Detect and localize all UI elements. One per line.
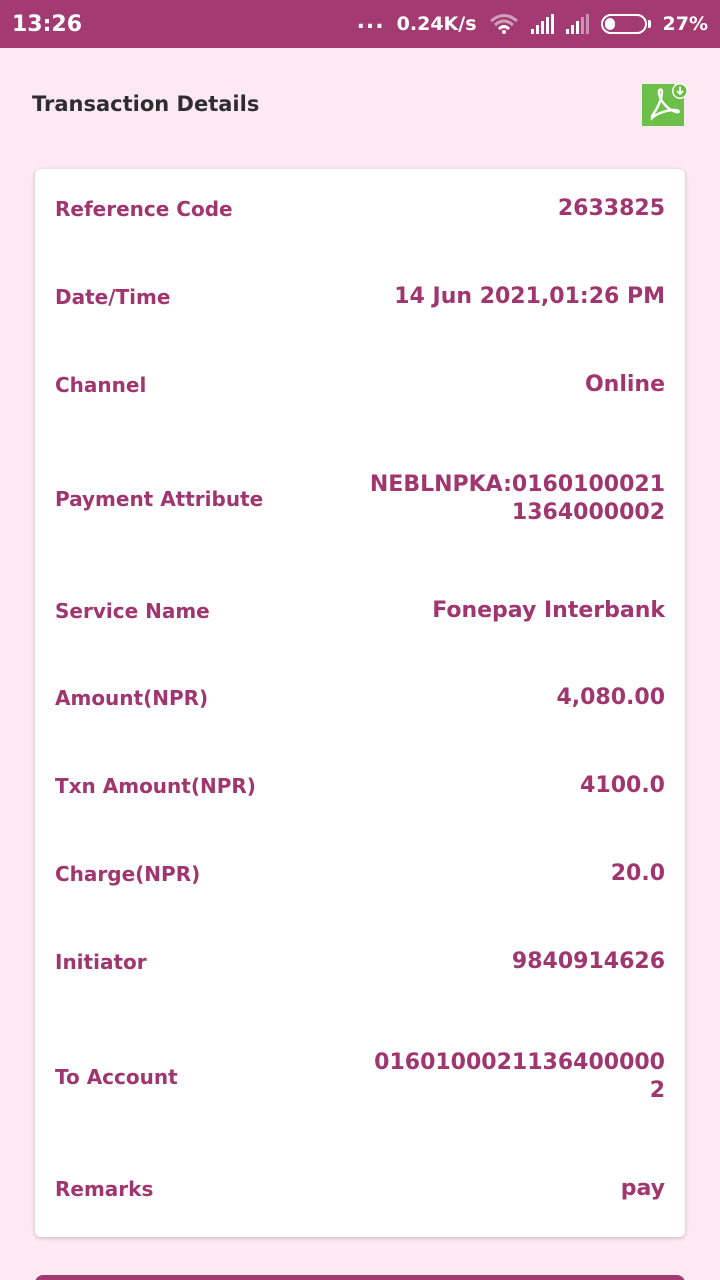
detail-value: Online	[584, 372, 665, 397]
detail-value: 14 Jun 2021,01:26 PM	[394, 284, 665, 309]
detail-row-service-name: Service Name Fonepay Interbank	[55, 595, 665, 627]
detail-value: 9840914626	[511, 949, 665, 974]
detail-label: Txn Amount(NPR)	[55, 774, 256, 798]
pdf-download-icon[interactable]	[640, 80, 690, 128]
signal-icon	[565, 14, 589, 34]
detail-label: Service Name	[55, 599, 210, 623]
detail-row-payment-attribute: Payment Attribute NEBLNPKA:0160100021136…	[55, 469, 665, 529]
detail-row-charge: Charge(NPR) 20.0	[55, 858, 665, 890]
detail-row-to-account: To Account 01601000211364000002	[55, 1047, 665, 1107]
detail-label: To Account	[55, 1065, 178, 1089]
status-time: 13:26	[12, 11, 83, 37]
battery-icon	[600, 14, 651, 34]
detail-value: 01601000211364000002	[374, 1050, 665, 1103]
detail-value: pay	[620, 1176, 665, 1201]
more-dots-icon: ...	[356, 8, 385, 34]
detail-value: NEBLNPKA:01601000211364000002	[369, 472, 665, 525]
detail-value: Fonepay Interbank	[432, 598, 665, 623]
status-bar: 13:26 ... 0.24K/s 27%	[0, 0, 720, 48]
detail-row-date-time: Date/Time 14 Jun 2021,01:26 PM	[55, 281, 665, 313]
detail-row-amount: Amount(NPR) 4,080.00	[55, 682, 665, 714]
page-header: Transaction Details	[0, 48, 720, 163]
detail-label: Initiator	[55, 950, 147, 974]
detail-label: Date/Time	[55, 285, 171, 309]
battery-percent: 27%	[662, 13, 708, 35]
status-icons: ... 0.24K/s 27%	[357, 9, 708, 36]
detail-label: Charge(NPR)	[55, 862, 201, 886]
detail-value: 4,080.00	[556, 685, 665, 710]
detail-row-initiator: Initiator 9840914626	[55, 946, 665, 978]
transaction-card: Reference Code 2633825 Date/Time 14 Jun …	[35, 169, 685, 1237]
detail-row-txn-amount: Txn Amount(NPR) 4100.0	[55, 770, 665, 802]
detail-label: Reference Code	[55, 197, 233, 221]
detail-value: 4100.0	[580, 773, 665, 798]
detail-label: Remarks	[55, 1177, 154, 1201]
detail-row-remarks: Remarks pay	[55, 1173, 665, 1205]
detail-row-reference-code: Reference Code 2633825	[55, 193, 665, 225]
signal-icon	[530, 14, 554, 34]
detail-value: 20.0	[610, 861, 665, 886]
detail-label: Payment Attribute	[55, 487, 264, 511]
detail-row-channel: Channel Online	[55, 369, 665, 401]
bottom-action-bar[interactable]	[35, 1275, 685, 1280]
detail-value: 2633825	[557, 196, 665, 221]
page-title: Transaction Details	[32, 92, 260, 116]
network-speed: 0.24K/s	[396, 13, 477, 35]
wifi-icon	[489, 14, 518, 34]
detail-label: Amount(NPR)	[55, 686, 209, 710]
detail-label: Channel	[55, 373, 147, 397]
